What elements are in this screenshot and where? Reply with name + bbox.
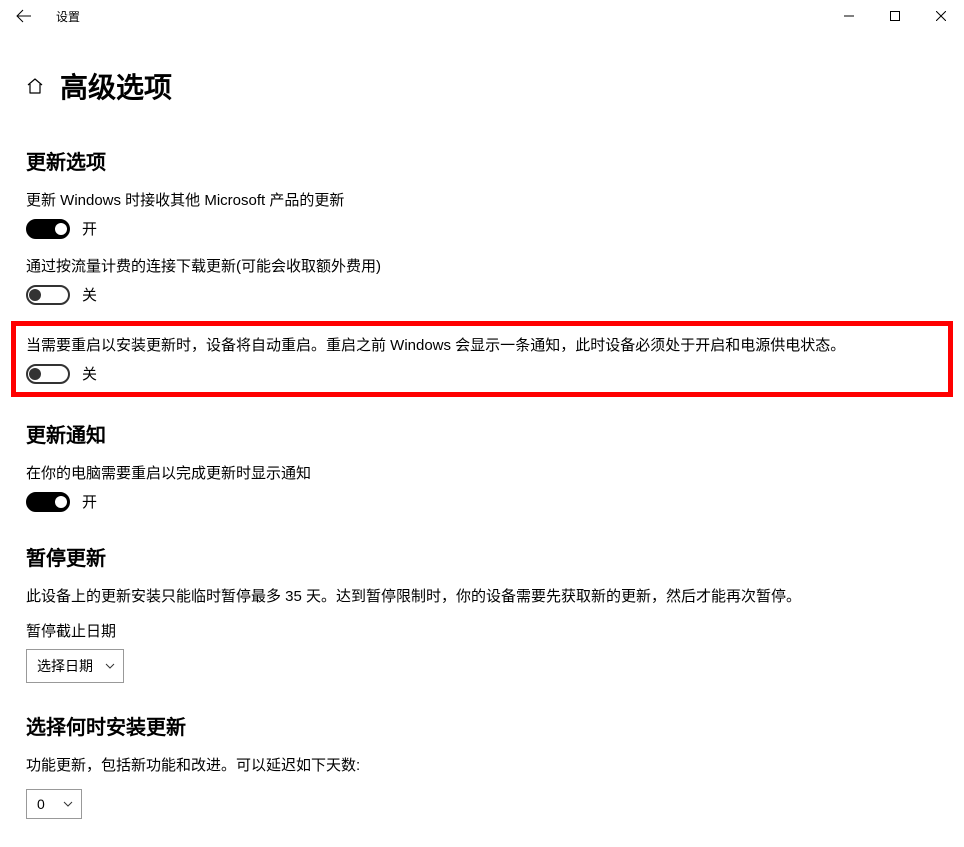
toggle-row-auto-restart: 关 [26, 363, 938, 384]
page-title: 高级选项 [60, 66, 172, 106]
setting-label-receive-updates: 更新 Windows 时接收其他 Microsoft 产品的更新 [26, 189, 938, 210]
defer-days-dropdown[interactable]: 0 [26, 789, 82, 819]
close-button[interactable] [918, 0, 964, 32]
content-area: 高级选项 更新选项 更新 Windows 时接收其他 Microsoft 产品的… [0, 32, 964, 847]
section-heading-update-options: 更新选项 [26, 146, 938, 175]
dropdown-value: 选择日期 [37, 656, 93, 676]
toggle-row-metered: 关 [26, 284, 938, 305]
toggle-state-label: 开 [82, 218, 97, 239]
toggle-auto-restart[interactable] [26, 364, 70, 384]
section-heading-pause-updates: 暂停更新 [26, 542, 938, 571]
maximize-icon [890, 11, 900, 21]
pause-until-label: 暂停截止日期 [26, 620, 938, 641]
choose-install-description: 功能更新，包括新功能和改进。可以延迟如下天数: [26, 754, 938, 775]
window-controls [826, 0, 964, 32]
home-button[interactable] [26, 77, 44, 95]
toggle-metered[interactable] [26, 285, 70, 305]
toggle-state-label: 开 [82, 491, 97, 512]
pause-description: 此设备上的更新安装只能临时暂停最多 35 天。达到暂停限制时，你的设备需要先获取… [26, 585, 938, 606]
toggle-restart-notify[interactable] [26, 492, 70, 512]
page-header: 高级选项 [26, 66, 938, 106]
toggle-state-label: 关 [82, 284, 97, 305]
dropdown-value: 0 [37, 796, 45, 812]
minimize-button[interactable] [826, 0, 872, 32]
toggle-receive-updates[interactable] [26, 219, 70, 239]
home-icon [26, 77, 44, 95]
chevron-down-icon [63, 801, 73, 807]
setting-label-metered: 通过按流量计费的连接下载更新(可能会收取额外费用) [26, 255, 938, 276]
close-icon [936, 11, 946, 21]
back-button[interactable] [12, 4, 36, 28]
setting-label-auto-restart: 当需要重启以安装更新时，设备将自动重启。重启之前 Windows 会显示一条通知… [26, 334, 938, 355]
chevron-down-icon [105, 663, 115, 669]
toggle-row-restart-notify: 开 [26, 491, 938, 512]
maximize-button[interactable] [872, 0, 918, 32]
minimize-icon [844, 11, 854, 21]
highlight-annotation: 当需要重启以安装更新时，设备将自动重启。重启之前 Windows 会显示一条通知… [11, 321, 953, 397]
section-heading-update-notifications: 更新通知 [26, 419, 938, 448]
titlebar: 设置 [0, 0, 964, 32]
toggle-state-label: 关 [82, 363, 97, 384]
toggle-row-receive-updates: 开 [26, 218, 938, 239]
section-heading-choose-install: 选择何时安装更新 [26, 711, 938, 740]
pause-date-dropdown[interactable]: 选择日期 [26, 649, 124, 683]
back-arrow-icon [16, 8, 32, 24]
setting-label-restart-notify: 在你的电脑需要重启以完成更新时显示通知 [26, 462, 938, 483]
app-title: 设置 [56, 8, 80, 25]
titlebar-left: 设置 [12, 4, 80, 28]
